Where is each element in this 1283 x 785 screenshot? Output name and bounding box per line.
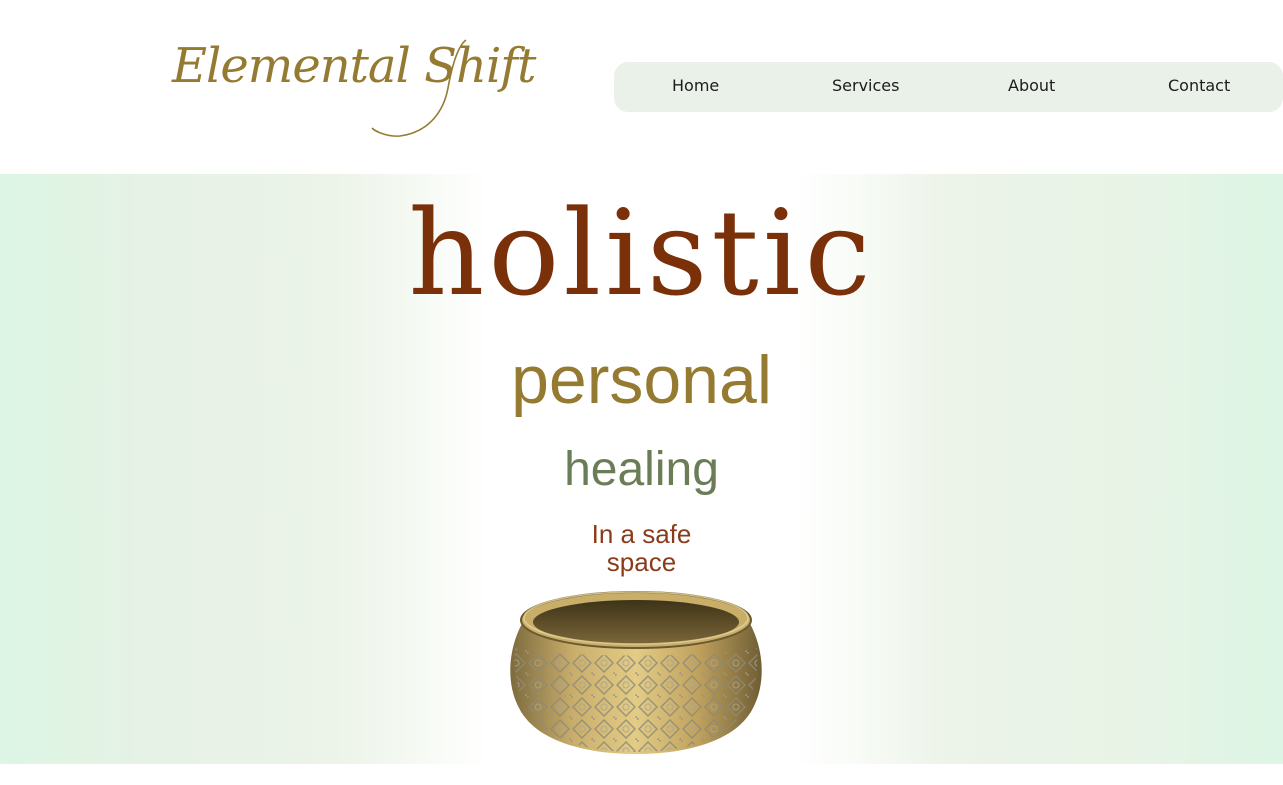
singing-bowl-image xyxy=(510,591,762,754)
nav-about-link[interactable]: About xyxy=(1008,76,1055,96)
page: Elemental Shift Home Services About Cont… xyxy=(0,0,1283,785)
site-logo[interactable]: Elemental Shift xyxy=(172,42,536,90)
nav-home-link[interactable]: Home xyxy=(672,76,719,96)
hero-tagline: In a safe space xyxy=(0,520,1283,576)
hero-tagline-line2: space xyxy=(606,547,677,577)
site-header: Elemental Shift Home Services About Cont… xyxy=(0,0,1283,174)
hero-word-healing: healing xyxy=(564,443,719,496)
nav-contact-link[interactable]: Contact xyxy=(1168,76,1230,96)
hero-banner: holistic personal healing In a safe spac… xyxy=(0,174,1283,764)
main-nav: Home Services About Contact xyxy=(614,62,1283,112)
hero-tagline-line1: In a safe xyxy=(591,519,692,549)
logo-flourish-icon xyxy=(371,39,467,137)
hero-word-personal: personal xyxy=(511,342,772,418)
hero-word-holistic: holistic xyxy=(408,184,875,322)
nav-services-link[interactable]: Services xyxy=(832,76,899,96)
